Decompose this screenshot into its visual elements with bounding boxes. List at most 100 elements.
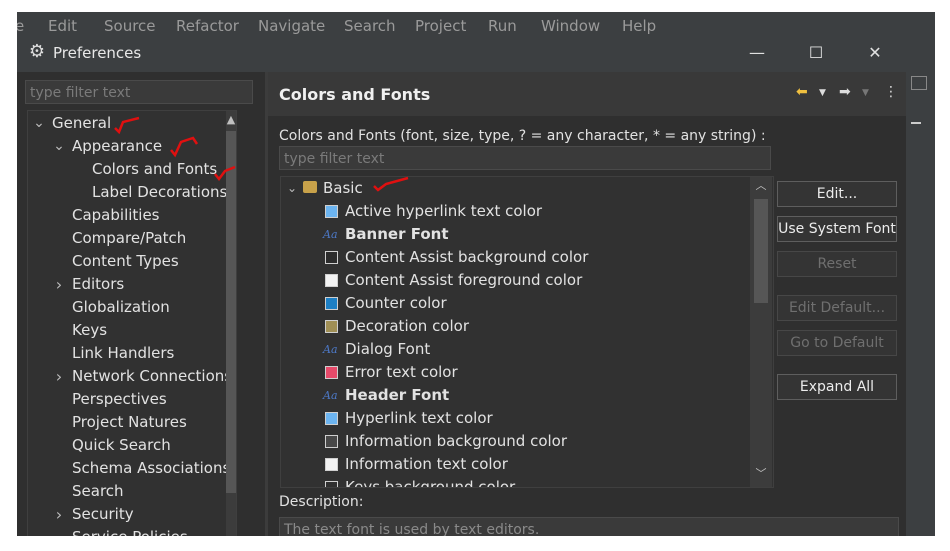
category-label: Basic: [323, 179, 363, 197]
tree-item[interactable]: Keys: [28, 319, 224, 342]
color-definition-row[interactable]: Information text color: [281, 453, 747, 476]
menu-search[interactable]: Search: [344, 17, 396, 35]
close-button[interactable]: ✕: [852, 36, 898, 72]
definition-label: Information text color: [345, 455, 508, 473]
dialog-title: Preferences: [53, 44, 142, 62]
tree-item[interactable]: Service Policies: [28, 526, 224, 536]
menu-edit[interactable]: Edit: [48, 17, 77, 35]
definition-label: Hyperlink text color: [345, 409, 493, 427]
tree-item[interactable]: Capabilities: [28, 204, 224, 227]
reset-button[interactable]: Reset: [777, 251, 897, 277]
screen: e Edit Source Refactor Navigate Search P…: [17, 12, 935, 536]
tree-item[interactable]: Link Handlers: [28, 342, 224, 365]
tree-item[interactable]: Quick Search: [28, 434, 224, 457]
preference-filter-input[interactable]: type filter text: [25, 80, 253, 104]
forward-arrow-icon[interactable]: ➡: [839, 84, 851, 100]
tree-item-label: General: [52, 114, 112, 132]
description-text: The text font is used by text editors.: [279, 517, 899, 536]
chevron-right-icon[interactable]: ›: [52, 365, 66, 388]
tree-item[interactable]: Schema Associations: [28, 457, 230, 480]
definition-label: Content Assist foreground color: [345, 271, 583, 289]
preferences-dialog: ⚙ Preferences — ☐ ✕ type filter text ⌄ Ge…: [17, 36, 906, 536]
menu-refactor[interactable]: Refactor: [176, 17, 239, 35]
tree-item-label: Search: [72, 482, 124, 500]
colors-filter-input[interactable]: type filter text: [279, 146, 771, 170]
color-swatch-icon: [325, 205, 338, 218]
chevron-down-icon[interactable]: ﹀: [750, 465, 772, 483]
maximize-button[interactable]: ☐: [793, 36, 839, 72]
page-header: Colors and Fonts ⬅ ▼ ➡ ▼ ⋮: [268, 72, 906, 116]
annotation-mark: [214, 165, 236, 182]
tree-item-label: Globalization: [72, 298, 170, 316]
menu-window[interactable]: Window: [541, 17, 600, 35]
chevron-right-icon[interactable]: ›: [52, 273, 66, 296]
tree-item-label: Project Natures: [72, 413, 187, 431]
chevron-down-icon[interactable]: ⌄: [32, 112, 46, 135]
color-swatch-icon: [325, 481, 338, 487]
font-definition-row[interactable]: Aa Dialog Font: [281, 338, 747, 361]
colors-scrollbar-thumb[interactable]: [754, 199, 768, 303]
annotation-mark: [114, 116, 140, 134]
color-definition-row[interactable]: Hyperlink text color: [281, 407, 747, 430]
toolbar-icon[interactable]: [911, 76, 927, 90]
menu-run[interactable]: Run: [488, 17, 517, 35]
color-definition-row[interactable]: Content Assist foreground color: [281, 269, 747, 292]
use-system-font-button[interactable]: Use System Font: [777, 216, 897, 242]
tree-item-label: Network Connections: [72, 367, 233, 385]
color-definition-row[interactable]: Content Assist background color: [281, 246, 747, 269]
menu-item[interactable]: e: [17, 17, 24, 35]
definition-label: Keys background color: [345, 478, 516, 488]
color-definition-row[interactable]: Decoration color: [281, 315, 747, 338]
tree-item[interactable]: Perspectives: [28, 388, 224, 411]
tree-item[interactable]: Compare/Patch: [28, 227, 224, 250]
minimize-button[interactable]: —: [734, 36, 780, 72]
tree-item[interactable]: Label Decorations: [28, 181, 227, 204]
back-menu-chevron-icon[interactable]: ▼: [819, 88, 826, 98]
back-arrow-icon[interactable]: ⬅: [796, 84, 808, 100]
tree-item[interactable]: › Security: [28, 503, 224, 526]
go-to-default-button[interactable]: Go to Default: [777, 330, 897, 356]
dialog-titlebar: ⚙ Preferences — ☐ ✕: [17, 36, 906, 72]
tree-item[interactable]: › Editors: [28, 273, 224, 296]
menu-navigate[interactable]: Navigate: [258, 17, 325, 35]
definition-label: Banner Font: [345, 225, 449, 243]
color-definition-row[interactable]: Keys background color: [281, 476, 747, 488]
chevron-down-icon[interactable]: ⌄: [285, 177, 299, 200]
menu-help[interactable]: Help: [622, 17, 656, 35]
tree-item[interactable]: Colors and Fonts: [28, 158, 224, 181]
font-icon: Aa: [323, 343, 338, 356]
tree-item[interactable]: Search: [28, 480, 224, 503]
colors-tree-scrollbar[interactable]: ︿ ﹀: [750, 177, 772, 487]
expand-all-button[interactable]: Expand All: [777, 374, 897, 400]
color-definition-row[interactable]: Information background color: [281, 430, 747, 453]
edit-button[interactable]: Edit...: [777, 181, 897, 207]
font-definition-row[interactable]: Aa Banner Font: [281, 223, 747, 246]
tree-item[interactable]: Project Natures: [28, 411, 224, 434]
tree-item-label: Schema Associations: [72, 459, 231, 477]
preferences-navigation: type filter text ⌄ General ⌄ Appearance Colo…: [17, 72, 265, 536]
chevron-down-icon[interactable]: ⌄: [52, 135, 66, 158]
color-definition-row[interactable]: Error text color: [281, 361, 747, 384]
tree-item[interactable]: Content Types: [28, 250, 224, 273]
edit-default-button[interactable]: Edit Default...: [777, 295, 897, 321]
scroll-up-icon[interactable]: ▲: [226, 111, 236, 129]
view-menu-icon[interactable]: ⋮: [884, 84, 898, 100]
minimize-view-icon[interactable]: [911, 122, 921, 124]
tree-scrollbar-thumb[interactable]: [226, 131, 236, 493]
preference-tree: ⌄ General ⌄ Appearance Colors and Fonts Label…: [27, 110, 237, 536]
chevron-right-icon[interactable]: ›: [52, 503, 66, 526]
chevron-up-icon[interactable]: ︿: [750, 177, 772, 195]
color-swatch-icon: [325, 412, 338, 425]
tree-item-label: Security: [72, 505, 134, 523]
menu-project[interactable]: Project: [415, 17, 466, 35]
tree-item-label: Service Policies: [72, 526, 188, 536]
font-definition-row[interactable]: Aa Header Font: [281, 384, 747, 407]
tree-item[interactable]: › Network Connections: [28, 365, 232, 388]
tree-item-label: Capabilities: [72, 206, 160, 224]
menu-source[interactable]: Source: [104, 17, 156, 35]
color-definition-row[interactable]: Counter color: [281, 292, 747, 315]
forward-menu-chevron-icon[interactable]: ▼: [862, 88, 869, 98]
tree-item[interactable]: Globalization: [28, 296, 224, 319]
tree-item-label: Content Types: [72, 252, 179, 270]
color-definition-row[interactable]: Active hyperlink text color: [281, 200, 747, 223]
